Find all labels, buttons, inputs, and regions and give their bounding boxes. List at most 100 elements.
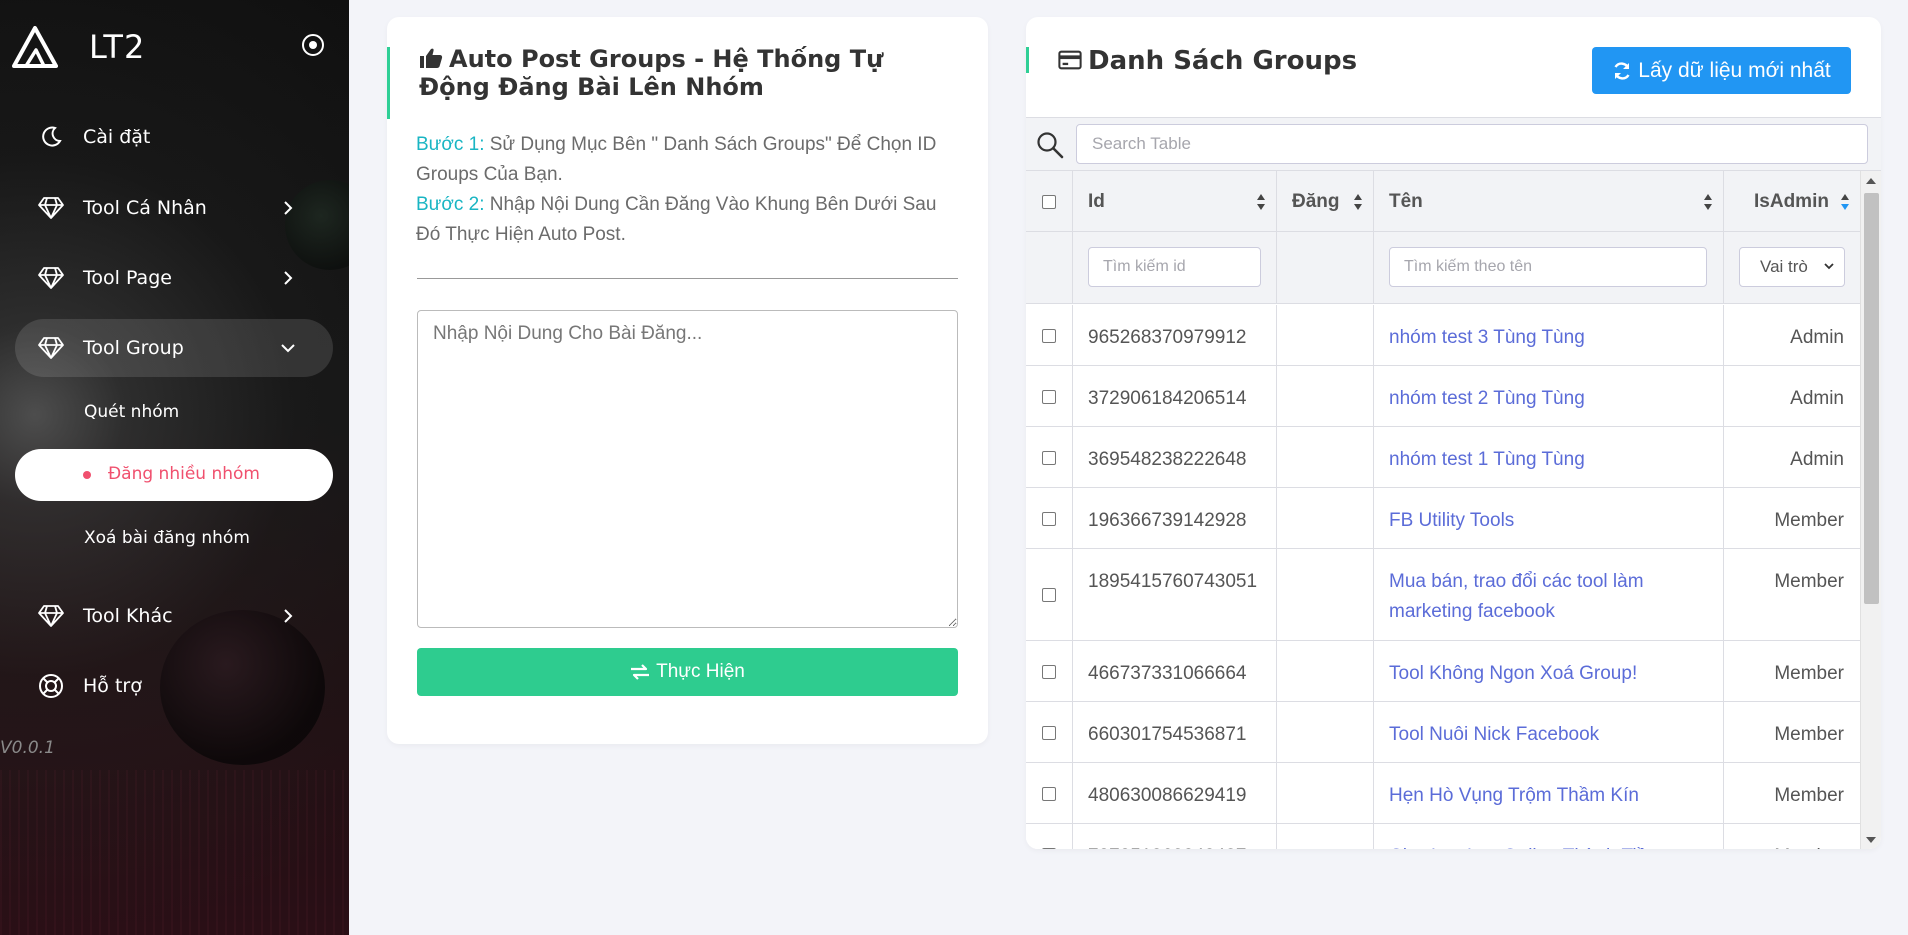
group-name-link[interactable]: nhóm test 3 Tùng Tùng: [1374, 305, 1724, 365]
row-checkbox[interactable]: [1042, 847, 1056, 849]
sidebar-subitem-dang-nhieu-nhom[interactable]: Đăng nhiều nhóm: [15, 449, 333, 501]
row-select-cell: [1026, 427, 1073, 487]
column-header-id[interactable]: Id: [1073, 171, 1277, 232]
group-id: 965268370979912: [1073, 305, 1277, 365]
filter-cell: [1277, 232, 1374, 304]
group-post-cell: [1277, 641, 1374, 701]
group-id: 372906184206514: [1073, 366, 1277, 426]
groups-card: Danh Sách Groups Lấy dữ liệu mới nhất Id…: [1026, 17, 1881, 849]
row-select-cell: [1026, 763, 1073, 823]
exchange-icon: [631, 664, 650, 680]
group-name-link[interactable]: nhóm test 1 Tùng Tùng: [1374, 427, 1724, 487]
scroll-down-icon[interactable]: [1866, 837, 1876, 843]
table-search-input[interactable]: [1076, 124, 1868, 164]
sidebar-item-tool-group[interactable]: Tool Group: [15, 319, 333, 377]
refresh-icon: [1614, 61, 1630, 80]
sidebar-toggle-icon[interactable]: [302, 34, 324, 56]
filter-id-input[interactable]: [1088, 247, 1261, 287]
row-checkbox[interactable]: [1042, 725, 1056, 740]
group-id: 707051062040487: [1073, 824, 1277, 849]
column-label: Id: [1088, 190, 1105, 212]
group-role: Admin: [1790, 388, 1844, 409]
diamond-icon: [37, 334, 65, 362]
credit-card-icon: [1058, 50, 1082, 70]
refresh-button-label: Lấy dữ liệu mới nhất: [1638, 58, 1831, 82]
table-row[interactable]: 372906184206514 nhóm test 2 Tùng Tùng Admi…: [1026, 366, 1860, 427]
group-name-link[interactable]: Hẹn Hò Vụng Trộm Thầm Kín: [1374, 763, 1724, 823]
table-row[interactable]: 965268370979912 nhóm test 3 Tùng Tùng Admi…: [1026, 305, 1860, 366]
filter-row: Vai trò: [1026, 232, 1860, 304]
filter-role-select[interactable]: Vai trò: [1739, 247, 1845, 287]
table-row[interactable]: 1895415760743051 Mua bán, trao đổi các to…: [1026, 549, 1860, 641]
group-name-link[interactable]: nhóm test 2 Tùng Tùng: [1374, 366, 1724, 426]
row-checkbox[interactable]: [1042, 786, 1056, 801]
sidebar-item-tool-page[interactable]: Tool Page: [15, 249, 333, 307]
refresh-data-button[interactable]: Lấy dữ liệu mới nhất: [1592, 47, 1851, 94]
row-checkbox[interactable]: [1042, 664, 1056, 679]
post-content-textarea[interactable]: [417, 310, 958, 628]
sidebar-item-label: Tool Page: [83, 267, 172, 289]
group-post-cell: [1277, 427, 1374, 487]
moon-icon: [37, 123, 65, 151]
active-dot-icon: [83, 471, 91, 479]
group-name-link[interactable]: Chợ Lục Lọc Online Thành Tiền: [1374, 824, 1724, 849]
row-checkbox[interactable]: [1042, 450, 1056, 465]
table-row[interactable]: 660301754536871 Tool Nuôi Nick Facebook Me…: [1026, 702, 1860, 763]
sidebar-subitem-xoa-bai-dang-nhom[interactable]: Xoá bài đăng nhóm: [84, 528, 250, 548]
row-checkbox[interactable]: [1042, 588, 1056, 602]
sort-icon: [1704, 194, 1712, 210]
group-role: Member: [1774, 571, 1844, 592]
sidebar-item-settings[interactable]: Cài đặt: [15, 108, 333, 166]
step1-text: Sử Dụng Mục Bên " Danh Sách Groups" Để C…: [416, 134, 937, 185]
sort-icon: [1354, 194, 1362, 210]
scroll-thumb[interactable]: [1864, 193, 1879, 604]
row-checkbox[interactable]: [1042, 328, 1056, 343]
filter-cell: [1073, 232, 1277, 304]
sidebar-item-tool-ca-nhan[interactable]: Tool Cá Nhân: [15, 179, 333, 237]
group-name-link[interactable]: Tool Không Ngon Xoá Group!: [1374, 641, 1724, 701]
version-label: V0.0.1: [0, 738, 55, 758]
diamond-icon: [37, 264, 65, 292]
group-name-link[interactable]: Mua bán, trao đổi các tool làm marketing…: [1374, 549, 1724, 640]
column-header-post[interactable]: Đăng: [1277, 171, 1374, 232]
group-role: Admin: [1790, 449, 1844, 470]
scroll-up-icon[interactable]: [1866, 178, 1876, 184]
run-autopost-button[interactable]: Thực Hiện: [417, 648, 958, 696]
brand-name: LT2: [89, 28, 146, 66]
column-header-name[interactable]: Tên: [1374, 171, 1724, 232]
group-name-link[interactable]: Tool Nuôi Nick Facebook: [1374, 702, 1724, 762]
chevron-down-icon: [281, 344, 295, 353]
row-select-cell: [1026, 488, 1073, 548]
column-label: IsAdmin: [1754, 190, 1829, 212]
table-row[interactable]: 369548238222648 nhóm test 1 Tùng Tùng Admi…: [1026, 427, 1860, 488]
table-row[interactable]: 480630086629419 Hẹn Hò Vụng Trộm Thầm Kín…: [1026, 763, 1860, 824]
sidebar-item-ho-tro[interactable]: Hỗ trợ: [15, 657, 333, 715]
group-post-cell: [1277, 305, 1374, 365]
row-checkbox[interactable]: [1042, 389, 1056, 404]
table-row[interactable]: 196366739142928 FB Utility Tools Member: [1026, 488, 1860, 549]
filter-name-input[interactable]: [1389, 247, 1707, 287]
select-all-checkbox[interactable]: [1042, 194, 1056, 209]
group-role: Member: [1774, 510, 1844, 531]
step1-key: Bước 1:: [416, 134, 485, 155]
column-header-isadmin[interactable]: IsAdmin: [1724, 171, 1860, 232]
brand-logo[interactable]: [12, 26, 58, 70]
table-row[interactable]: 466737331066664 Tool Không Ngon Xoá Group…: [1026, 641, 1860, 702]
step2-key: Bước 2:: [416, 194, 485, 215]
groups-title-text: Danh Sách Groups: [1088, 46, 1358, 76]
group-name-link[interactable]: FB Utility Tools: [1374, 488, 1724, 548]
autopost-title-text: Auto Post Groups - Hệ Thống Tự Động Đăng…: [419, 45, 884, 101]
sidebar-item-tool-khac[interactable]: Tool Khác: [15, 587, 333, 645]
run-button-label: Thực Hiện: [656, 661, 745, 682]
sidebar-subitem-quet-nhom[interactable]: Quét nhóm: [84, 402, 179, 422]
table-scrollbar[interactable]: [1860, 171, 1881, 849]
group-post-cell: [1277, 763, 1374, 823]
group-post-cell: [1277, 702, 1374, 762]
row-checkbox[interactable]: [1042, 511, 1056, 526]
sidebar-item-label: Cài đặt: [83, 126, 151, 148]
mountain-logo-icon: [12, 26, 58, 68]
group-post-cell: [1277, 366, 1374, 426]
chevron-right-icon: [284, 609, 293, 623]
sidebar-item-label: Tool Group: [83, 337, 184, 359]
table-row[interactable]: 707051062040487 Chợ Lục Lọc Online Thành …: [1026, 824, 1860, 849]
